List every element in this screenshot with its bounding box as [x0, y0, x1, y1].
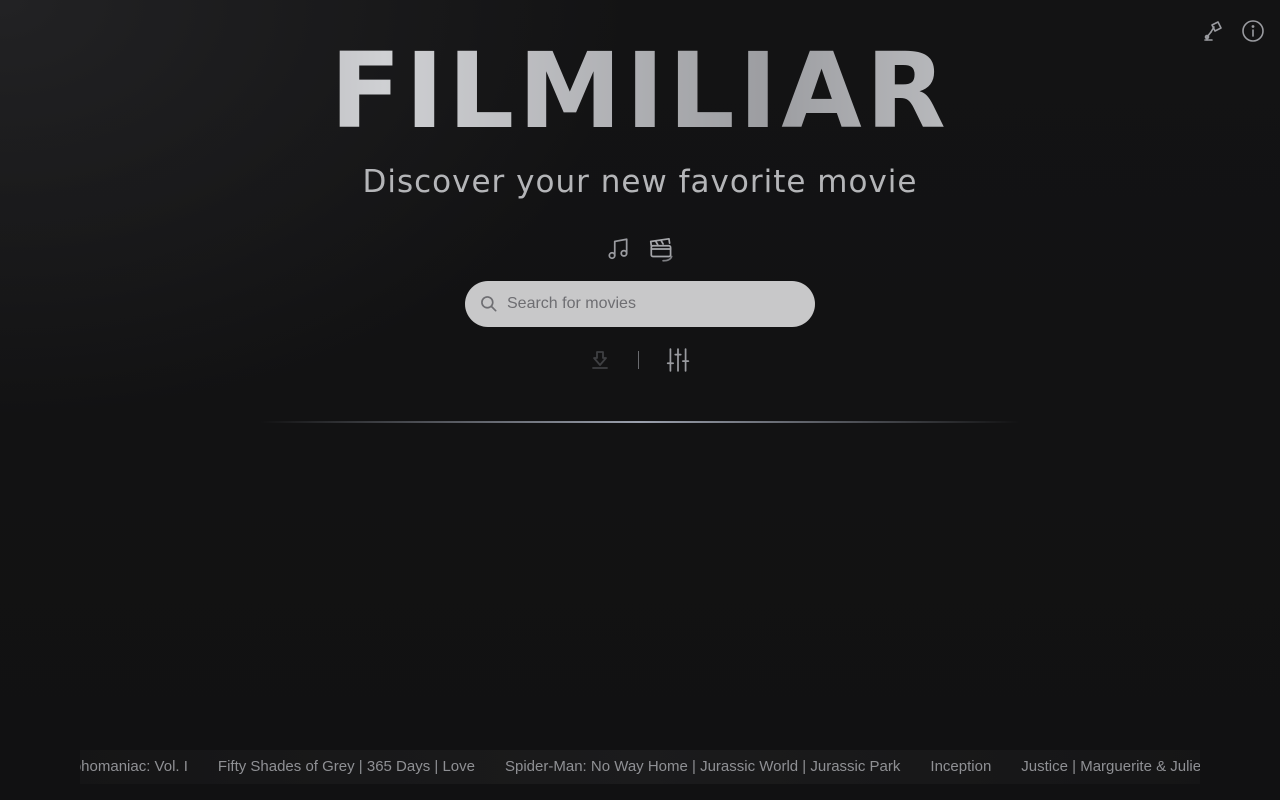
search-icon: [477, 292, 501, 316]
search-bar: [465, 281, 815, 327]
search-input[interactable]: [505, 283, 799, 325]
ticker-item[interactable]: Fifty Shades of Grey | 365 Days | Love: [218, 758, 475, 775]
filters-button[interactable]: [664, 346, 692, 374]
section-divider: [260, 421, 1020, 423]
sliders-icon: [666, 348, 690, 372]
tagline: Discover your new favorite movie: [362, 164, 918, 200]
ticker-item[interactable]: Nymphomaniac: Vol. I: [80, 758, 188, 775]
ticker-track: Nymphomaniac: Vol. I Fifty Shades of Gre…: [80, 758, 1200, 775]
tools-row: [586, 346, 692, 374]
movie-mode-button[interactable]: [647, 234, 677, 264]
ticker-item[interactable]: Inception: [930, 758, 991, 775]
download-button[interactable]: [586, 346, 614, 374]
clapperboard-icon: [649, 237, 673, 262]
music-mode-button[interactable]: [603, 234, 633, 264]
trending-ticker: Nymphomaniac: Vol. I Fifty Shades of Gre…: [80, 750, 1200, 784]
app-logo: FILMILIAR: [0, 36, 1280, 146]
music-note-icon: [608, 238, 628, 260]
ticker-item[interactable]: Justice | Marguerite & Julien: [1021, 758, 1200, 775]
download-icon: [592, 351, 608, 369]
mode-switch: [603, 234, 677, 264]
tools-separator: [638, 351, 639, 369]
ticker-item[interactable]: Spider-Man: No Way Home | Jurassic World…: [505, 758, 900, 775]
